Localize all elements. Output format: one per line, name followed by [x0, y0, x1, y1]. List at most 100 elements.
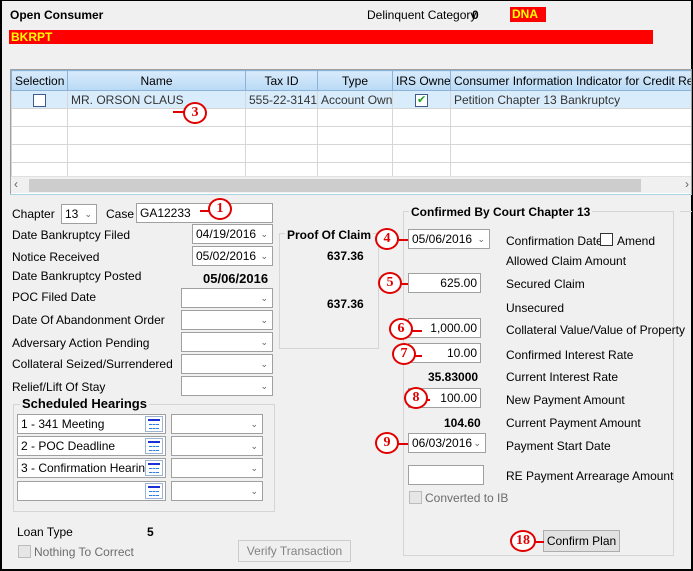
scrollbar-thumb[interactable] — [29, 179, 641, 192]
unsecured-label: Unsecured — [506, 301, 565, 315]
chevron-down-icon: ⌄ — [260, 359, 268, 369]
proof-of-claim-title: Proof Of Claim — [285, 228, 374, 242]
nothing-to-correct-checkbox[interactable] — [18, 545, 31, 558]
scroll-right-icon[interactable]: › — [685, 177, 689, 191]
converted-to-ib-checkbox[interactable] — [409, 491, 422, 504]
abandonment-picker[interactable]: ⌄ — [181, 310, 273, 330]
secured-claim-input[interactable]: 625.00 — [408, 273, 481, 293]
case-input[interactable]: GA12233 — [136, 203, 273, 223]
poc-filed-picker[interactable]: ⌄ — [181, 288, 273, 308]
callout-9: 9 — [375, 432, 399, 454]
collateral-value-input[interactable]: 1,000.00 — [408, 318, 481, 338]
chevron-down-icon: ⌄ — [260, 251, 268, 261]
loan-type-label: Loan Type — [17, 525, 73, 539]
hearing-name-input[interactable] — [17, 481, 166, 501]
callout-18: 18 — [510, 530, 536, 552]
row-selection-checkbox[interactable] — [33, 93, 46, 107]
hearing-date-picker[interactable]: ⌄ — [171, 481, 263, 501]
collateral-seized-select[interactable]: ⌄ — [181, 354, 273, 374]
callout-6: 6 — [389, 318, 413, 340]
chevron-down-icon: ⌄ — [250, 486, 258, 496]
confirmed-by-court-title: Confirmed By Court Chapter 13 — [409, 205, 593, 219]
date-posted-value: 05/06/2016 — [203, 271, 269, 286]
confirmation-date-value: 05/06/2016 — [412, 232, 473, 246]
abandonment-label: Date Of Abandonment Order — [12, 313, 165, 327]
payment-start-date-label: Payment Start Date — [506, 439, 611, 453]
confirmed-interest-rate-input[interactable]: 10.00 — [408, 343, 481, 363]
chevron-down-icon: ⌄ — [477, 234, 485, 244]
confirm-plan-button[interactable]: Confirm Plan — [543, 530, 620, 552]
allowed-claim-label: Allowed Claim Amount — [506, 254, 627, 268]
chapter-label: Chapter — [12, 207, 55, 221]
chevron-down-icon: ⌄ — [260, 315, 268, 325]
verify-transaction-button[interactable]: Verify Transaction — [238, 540, 351, 562]
date-posted-label: Date Bankruptcy Posted — [12, 269, 142, 283]
calendar-icon[interactable] — [145, 483, 163, 499]
grid-header-row: Selection Name Tax ID Type IRS Owner Con… — [11, 70, 691, 91]
current-interest-rate-value: 35.83000 — [428, 370, 479, 384]
confirmation-date-picker[interactable]: 05/06/2016 ⌄ — [408, 229, 490, 249]
callout-3: 3 — [183, 102, 207, 124]
hearing-date-picker[interactable]: ⌄ — [171, 458, 263, 478]
callout-5: 5 — [378, 272, 402, 294]
scroll-left-icon[interactable]: ‹ — [14, 177, 18, 191]
adversary-select[interactable]: ⌄ — [181, 332, 273, 352]
column-header-consumer-indicator[interactable]: Consumer Information Indicator for Credi… — [450, 70, 691, 91]
case-label: Case — [106, 207, 135, 221]
table-row[interactable]: MR. ORSON CLAUS 555-22-3141 Account Owne… — [11, 90, 691, 109]
calendar-icon[interactable] — [145, 416, 163, 432]
proof-of-claim-unsecured-value: 637.36 — [327, 297, 364, 311]
delinquent-category-label: Delinquent Category — [367, 8, 477, 22]
column-header-selection[interactable]: Selection — [11, 70, 68, 91]
hearing-date-picker[interactable]: ⌄ — [171, 436, 263, 456]
re-arrearage-input[interactable] — [408, 465, 484, 485]
chapter-value: 13 — [65, 207, 79, 221]
delinquent-category-value: 0 — [472, 8, 479, 22]
chevron-down-icon: ⌄ — [260, 293, 268, 303]
amend-checkbox[interactable] — [600, 233, 613, 246]
hearing-name-input[interactable]: 2 - POC Deadline — [17, 436, 166, 456]
hearing-name-input[interactable]: 3 - Confirmation Hearing — [17, 458, 166, 478]
tax-id-cell: 555-22-3141 — [245, 90, 318, 109]
divider — [10, 194, 692, 195]
calendar-icon[interactable] — [145, 438, 163, 454]
proof-of-claim-value: 637.36 — [327, 249, 364, 263]
confirmed-interest-rate-label: Confirmed Interest Rate — [506, 348, 634, 362]
re-arrearage-label: RE Payment Arrearage Amount — [506, 469, 674, 483]
empty-row — [11, 144, 691, 163]
type-cell: Account Owner — [317, 90, 393, 109]
grid-horizontal-scrollbar[interactable]: ‹ › — [11, 176, 691, 193]
irs-owner-checkbox[interactable] — [415, 93, 428, 107]
adversary-label: Adversary Action Pending — [12, 336, 150, 350]
calendar-icon[interactable] — [145, 460, 163, 476]
chevron-down-icon: ⌄ — [250, 441, 258, 451]
relief-select[interactable]: ⌄ — [181, 376, 273, 396]
callout-1: 1 — [208, 198, 232, 220]
callout-8: 8 — [404, 387, 428, 409]
chevron-down-icon: ⌄ — [473, 438, 481, 448]
chevron-down-icon: ⌄ — [260, 337, 268, 347]
confirmation-date-label: Confirmation Date — [506, 234, 603, 248]
poc-filed-label: POC Filed Date — [12, 290, 97, 304]
irs-owner-cell — [392, 90, 451, 109]
collateral-seized-label: Collateral Seized/Surrendered — [12, 357, 173, 371]
chapter-select[interactable]: 13 ⌄ — [61, 204, 97, 224]
hearing-name-input[interactable]: 1 - 341 Meeting — [17, 414, 166, 434]
relief-label: Relief/Lift Of Stay — [12, 380, 106, 394]
notice-received-picker[interactable]: 05/02/2016 ⌄ — [192, 246, 273, 266]
bankruptcy-status-banner: BKRPT — [9, 30, 653, 44]
chevron-down-icon: ⌄ — [260, 229, 268, 239]
callout-4: 4 — [375, 228, 399, 250]
loan-type-value: 5 — [147, 525, 154, 539]
date-filed-picker[interactable]: 04/19/2016 ⌄ — [192, 224, 273, 244]
column-header-irs-owner[interactable]: IRS Owner — [392, 70, 451, 91]
column-header-type[interactable]: Type — [317, 70, 393, 91]
column-header-tax-id[interactable]: Tax ID — [245, 70, 318, 91]
hearing-date-picker[interactable]: ⌄ — [171, 414, 263, 434]
column-header-name[interactable]: Name — [67, 70, 246, 91]
payment-start-date-picker[interactable]: 06/03/2016 ⌄ — [408, 433, 486, 453]
secured-claim-label: Secured Claim — [506, 277, 585, 291]
empty-row — [11, 108, 691, 127]
notice-received-label: Notice Received — [12, 250, 100, 264]
page-title: Open Consumer — [10, 8, 104, 22]
